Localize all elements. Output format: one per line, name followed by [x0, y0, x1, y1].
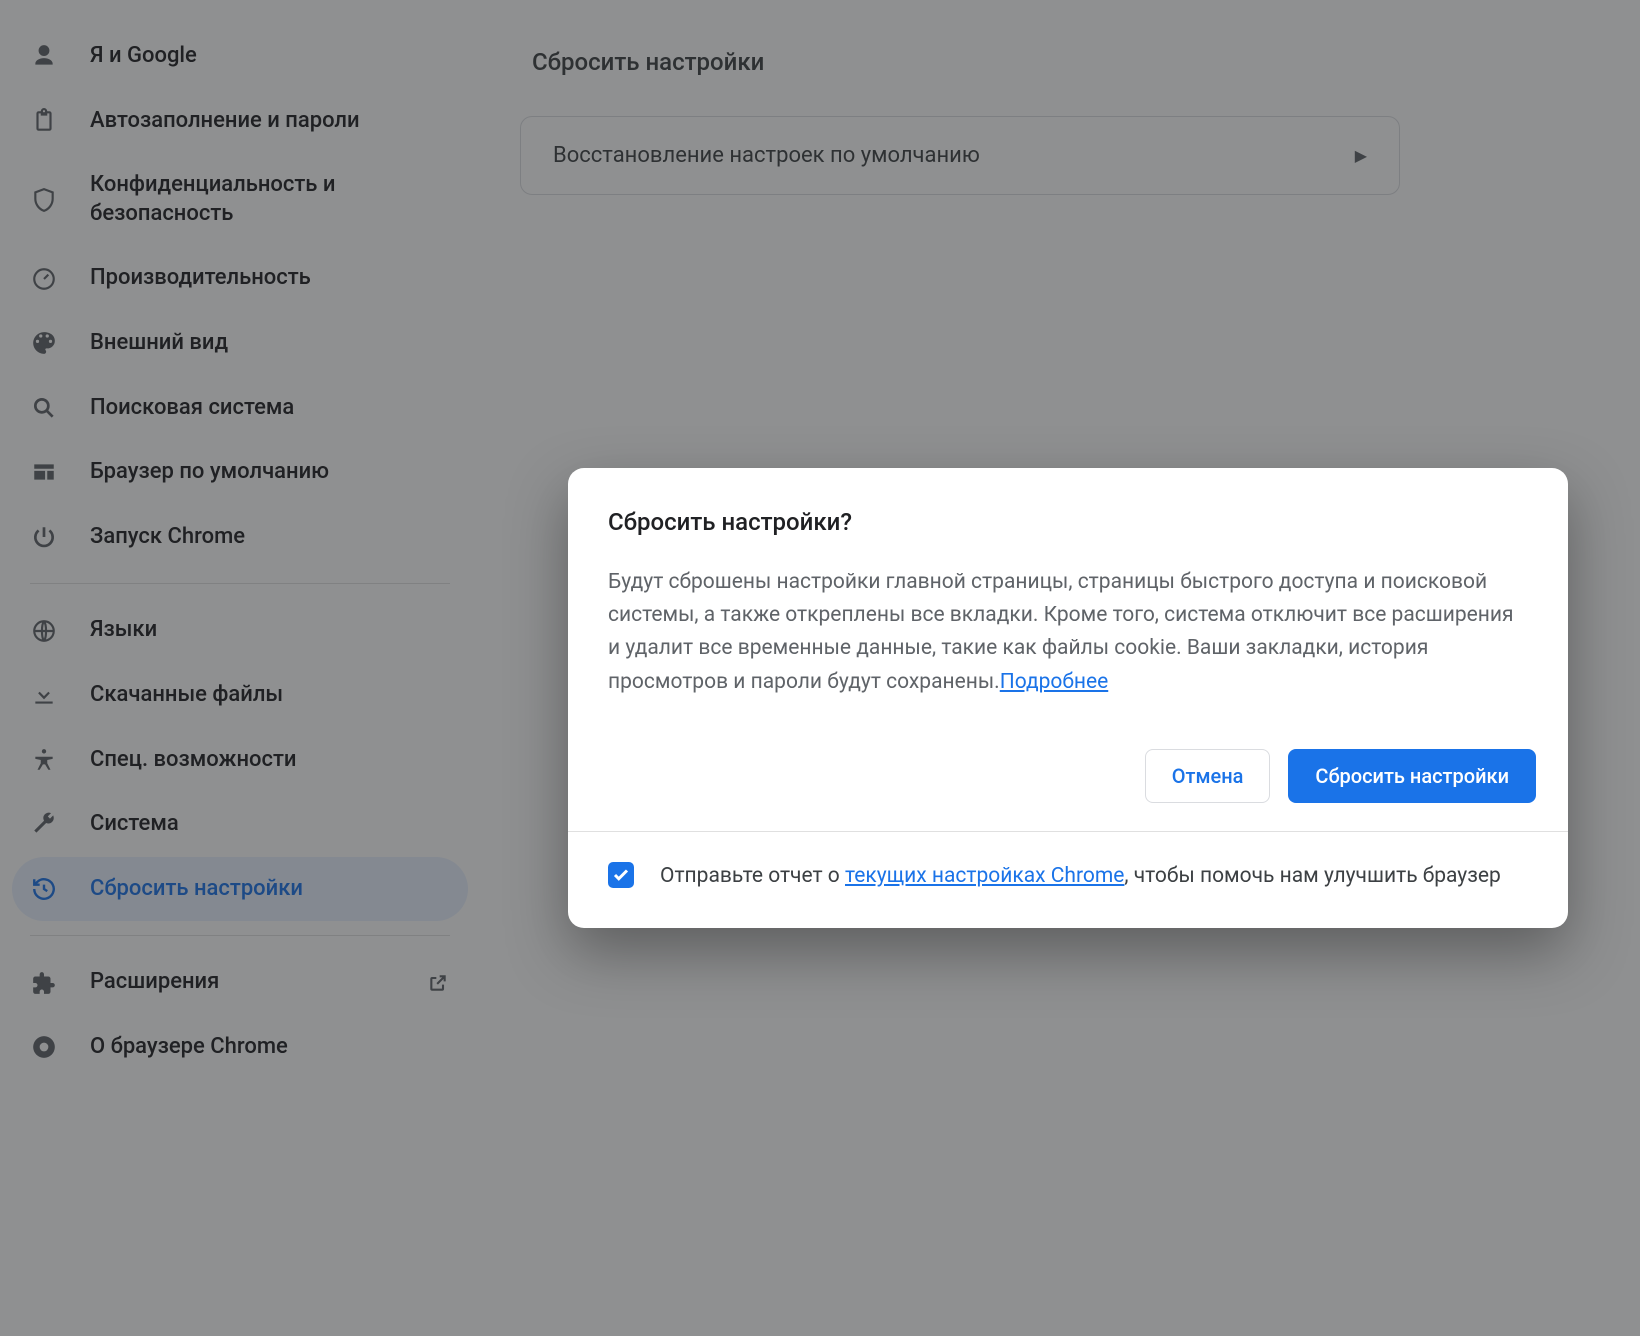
reset-settings-dialog: Сбросить настройки? Будут сброшены настр… [568, 468, 1568, 928]
modal-overlay[interactable]: Сбросить настройки? Будут сброшены настр… [0, 0, 1640, 1336]
dialog-description: Будут сброшены настройки главной страниц… [608, 566, 1528, 699]
cancel-button[interactable]: Отмена [1145, 749, 1271, 803]
current-settings-link[interactable]: текущих настройках Chrome [845, 864, 1124, 888]
dialog-title: Сбросить настройки? [608, 508, 1528, 536]
send-report-label: Отправьте отчет о текущих настройках Chr… [660, 860, 1501, 893]
confirm-reset-button[interactable]: Сбросить настройки [1288, 749, 1536, 803]
learn-more-link[interactable]: Подробнее [1000, 670, 1109, 694]
send-report-checkbox[interactable] [608, 862, 634, 888]
